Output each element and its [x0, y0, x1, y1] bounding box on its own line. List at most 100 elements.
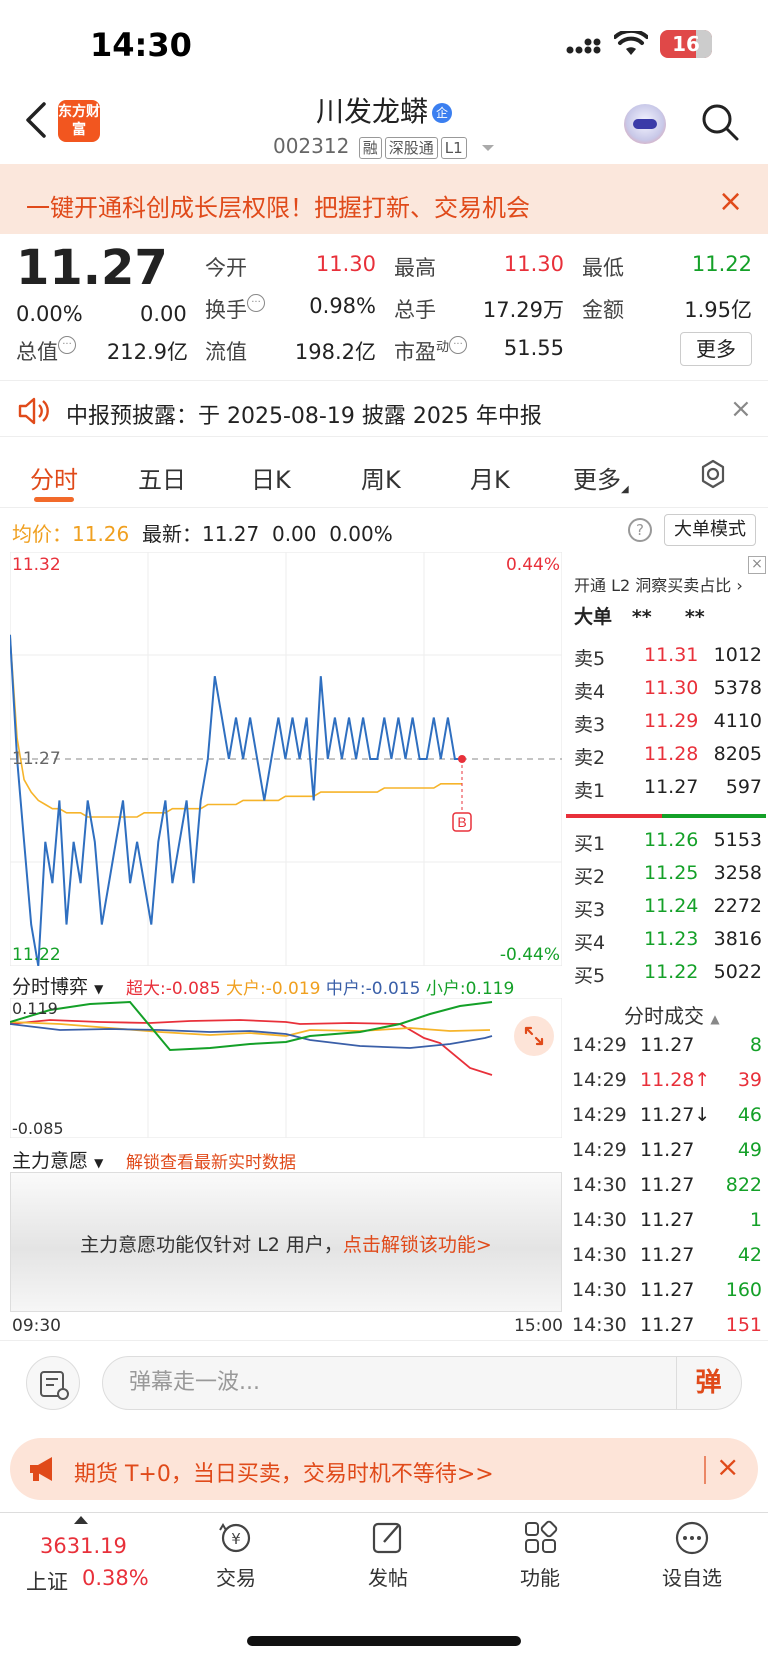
tick-row[interactable]: 14:30 11.27 1	[572, 1209, 762, 1244]
battery-icon: 16	[660, 30, 712, 58]
sell-row[interactable]: 卖4 11.30 5378	[574, 677, 762, 710]
market-cap-value: 212.9亿	[106, 340, 188, 364]
tick-row[interactable]: 14:30 11.27 822	[572, 1174, 762, 1209]
tick-time: 14:30	[572, 1314, 627, 1336]
buy-row[interactable]: 买4 11.23 3816	[574, 928, 762, 961]
nav-watchlist[interactable]: 设自选	[642, 1520, 742, 1591]
tick-price: 11.27↓	[640, 1104, 711, 1126]
game-y-min: -0.085	[12, 1119, 64, 1138]
legend-medium: 中户:-0.015	[325, 979, 421, 999]
order-book-divider	[566, 814, 766, 818]
info-icon[interactable]: ···	[58, 336, 76, 354]
sell-row[interactable]: 卖5 11.31 1012	[574, 644, 762, 677]
buy-row[interactable]: 买3 11.24 2272	[574, 895, 762, 928]
tick-row[interactable]: 14:29 11.27 49	[572, 1139, 762, 1174]
amount-label: 金额	[582, 298, 624, 322]
edit-icon	[372, 1522, 402, 1554]
sell-row[interactable]: 卖3 11.29 4110	[574, 710, 762, 743]
tick-price: 11.27	[640, 1244, 695, 1266]
wifi-icon	[614, 31, 648, 55]
float-cap-value: 198.2亿	[294, 340, 376, 364]
megaphone-icon	[30, 1457, 52, 1481]
search-icon[interactable]	[700, 102, 740, 142]
notice-text[interactable]: 中报预披露：于 2025-08-19 披露 2025 年中报	[66, 398, 542, 430]
big-order-row: 大单 ** **	[574, 606, 705, 628]
notice-close-icon[interactable]: ×	[730, 394, 752, 424]
tick-row[interactable]: 14:29 11.28↑ 39	[572, 1069, 762, 1104]
tab-more[interactable]: 更多◢	[573, 460, 629, 495]
index-name[interactable]: 上证	[26, 1566, 68, 1596]
open-value: 11.30	[315, 252, 376, 276]
l2-upsell-link[interactable]: 开通 L2 洞察买卖占比 ›	[574, 572, 743, 596]
game-legend: 超大:-0.085 大户:-0.019 中户:-0.015 小户:0.119	[126, 974, 514, 999]
big-order-mode-button[interactable]: 大单模式	[664, 514, 756, 546]
index-expand-icon[interactable]	[74, 1516, 88, 1524]
buy-row[interactable]: 买1 11.26 5153	[574, 829, 762, 862]
futures-close-icon[interactable]: ×	[716, 1450, 739, 1483]
tick-volume: 1	[749, 1209, 762, 1231]
tick-row[interactable]: 14:30 11.27 151	[572, 1314, 762, 1349]
tick-row[interactable]: 14:29 11.27 8	[572, 1034, 762, 1069]
danmu-input[interactable]: 弹幕走一波...	[102, 1356, 742, 1410]
info-icon[interactable]: ···	[449, 336, 468, 354]
main-will-select[interactable]: 主力意愿 ▼	[12, 1146, 103, 1173]
gear-icon[interactable]	[697, 458, 729, 490]
promo-text[interactable]: 一键开通科创成长层权限！把握打新、交易机会	[26, 188, 530, 223]
nav-post[interactable]: 发帖	[338, 1520, 438, 1591]
expand-icon[interactable]	[514, 1016, 554, 1056]
tick-list-title[interactable]: 分时成交 ▲	[624, 1000, 720, 1029]
tick-row[interactable]: 14:29 11.27↓ 46	[572, 1104, 762, 1139]
tab-monthly-k[interactable]: 月K	[470, 460, 510, 495]
help-icon[interactable]: ?	[628, 518, 652, 542]
tab-active-indicator	[34, 497, 74, 502]
order-book-close-icon[interactable]: ×	[748, 556, 766, 574]
buy-row[interactable]: 买5 11.22 5022	[574, 961, 762, 994]
tick-volume: 39	[737, 1069, 762, 1091]
change-amount: 0.00	[140, 302, 187, 326]
tick-price: 11.27	[640, 1209, 695, 1231]
tick-row[interactable]: 14:30 11.27 160	[572, 1279, 762, 1314]
tab-intraday[interactable]: 分时	[30, 460, 78, 495]
futures-text[interactable]: 期货 T+0，当日买卖，交易时机不等待>>	[74, 1456, 494, 1488]
info-icon[interactable]: ···	[247, 294, 265, 312]
intraday-chart[interactable]: B 11.32 11.22 0.44% -0.44% 11.27	[10, 552, 562, 966]
dropdown-icon[interactable]	[481, 143, 495, 153]
more-button[interactable]: 更多	[680, 332, 752, 366]
tick-time: 14:30	[572, 1244, 627, 1266]
sell-row[interactable]: 卖2 11.28 8205	[574, 743, 762, 776]
divider	[0, 1340, 768, 1341]
pct-max-label: 0.44%	[506, 555, 560, 575]
tick-time: 14:30	[572, 1279, 627, 1301]
notes-icon[interactable]	[26, 1356, 80, 1410]
nav-trade[interactable]: ¥ 交易	[186, 1520, 286, 1591]
tick-row[interactable]: 14:30 11.27 42	[572, 1244, 762, 1279]
tick-price: 11.27	[640, 1314, 695, 1336]
tab-daily-k[interactable]: 日K	[251, 460, 291, 495]
game-indicator-select[interactable]: 分时博弈 ▼	[12, 972, 103, 999]
tab-five-day[interactable]: 五日	[138, 460, 186, 495]
lock-message[interactable]: 主力意愿功能仅针对 L2 用户，点击解锁该功能>	[10, 1230, 562, 1257]
turnover-label: 换手 ···	[205, 294, 265, 324]
tab-weekly-k[interactable]: 周K	[361, 460, 401, 495]
assistant-robot-icon[interactable]	[624, 104, 666, 144]
game-chart[interactable]: 0.119 -0.085	[10, 998, 562, 1138]
tick-price: 11.27	[640, 1174, 695, 1196]
high-value: 11.30	[503, 252, 564, 276]
grid-icon	[525, 1520, 558, 1553]
tick-volume: 160	[725, 1279, 762, 1301]
time-end-label: 15:00	[514, 1316, 563, 1336]
nav-functions[interactable]: 功能	[490, 1520, 590, 1591]
signal-icon	[566, 38, 601, 54]
sell-row[interactable]: 卖1 11.27 597	[574, 776, 762, 809]
danmu-send-button[interactable]: 弹	[676, 1357, 740, 1409]
index-value[interactable]: 3631.19	[40, 1534, 127, 1558]
tick-volume: 49	[737, 1139, 762, 1161]
unlock-realtime-link[interactable]: 解锁查看最新实时数据	[126, 1148, 296, 1173]
buy-row[interactable]: 买2 11.25 3258	[574, 862, 762, 895]
promo-close-icon[interactable]: ×	[718, 184, 743, 219]
index-percent[interactable]: 0.38%	[82, 1566, 149, 1590]
stock-name-text: 川发龙蟒	[315, 95, 428, 128]
tick-time: 14:30	[572, 1174, 627, 1196]
buy-marker[interactable]: B	[452, 812, 472, 832]
time-start-label: 09:30	[12, 1316, 61, 1336]
